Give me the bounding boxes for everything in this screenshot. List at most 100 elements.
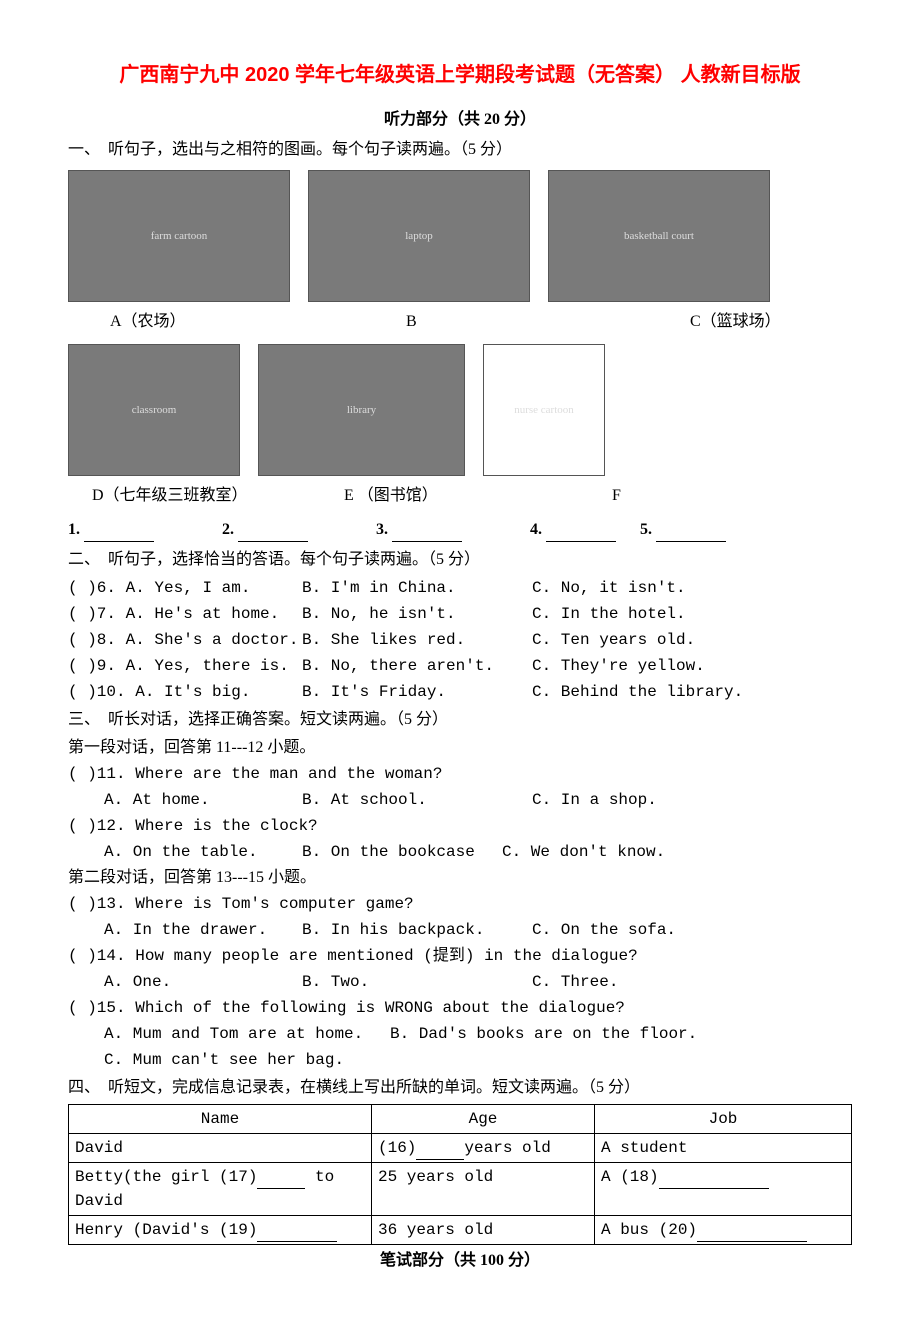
label-row-2: D（七年级三班教室） E （图书馆） F — [68, 484, 852, 508]
r1-age: (16)years old — [372, 1134, 595, 1163]
q13-a: A. In the drawer. — [104, 918, 302, 942]
q7: ( )7. A. He's at home. B. No, he isn't. … — [68, 602, 852, 626]
q13-b: B. In his backpack. — [302, 918, 532, 942]
blank-20[interactable] — [697, 1226, 807, 1242]
q9: ( )9. A. Yes, there is. B. No, there are… — [68, 654, 852, 678]
q10-c: C. Behind the library. — [532, 680, 743, 704]
r2-job: A (18) — [595, 1163, 852, 1216]
q10-b: B. It's Friday. — [302, 680, 532, 704]
q14-a: A. One. — [104, 970, 302, 994]
q8-num: ( )8. — [68, 631, 116, 649]
blank-19[interactable] — [257, 1226, 337, 1242]
q15: ( )15. Which of the following is WRONG a… — [68, 996, 852, 1020]
label-a: A（农场） — [68, 310, 370, 334]
info-table: Name Age Job David (16)years old A stude… — [68, 1104, 852, 1245]
blank-num-1: 1. — [68, 521, 80, 538]
q15-a: A. Mum and Tom are at home. — [104, 1022, 390, 1046]
label-f: F — [576, 484, 621, 508]
blank-num-2: 2. — [222, 521, 234, 538]
listening-header: 听力部分（共 20 分） — [68, 108, 852, 132]
r3-name: Henry (David's (19) — [69, 1216, 372, 1245]
q14-c: C. Three. — [532, 970, 618, 994]
q7-num: ( )7. — [68, 605, 116, 623]
label-row-1: A（农场） B C（篮球场） — [68, 310, 852, 334]
answer-blanks-row: 1. 2. 3. 4. 5. — [68, 518, 852, 542]
section-1-heading: 一、 听句子，选出与之相符的图画。每个句子读两遍。（5 分） — [68, 138, 852, 162]
table-row: David (16)years old A student — [69, 1134, 852, 1163]
q14-options: A. One. B. Two. C. Three. — [68, 970, 852, 994]
q8-a: A. She's a doctor. — [126, 631, 299, 649]
q9-c: C. They're yellow. — [532, 654, 705, 678]
q13-c: C. On the sofa. — [532, 918, 676, 942]
label-d: D（七年级三班教室） — [68, 484, 338, 508]
r2-name: Betty(the girl (17) to David — [69, 1163, 372, 1216]
q11-options: A. At home. B. At school. C. In a shop. — [68, 788, 852, 812]
image-b: laptop — [308, 170, 530, 302]
r3-age: 36 years old — [372, 1216, 595, 1245]
q10: ( )10. A. It's big. B. It's Friday. C. B… — [68, 680, 852, 704]
section-3-heading: 三、 听长对话，选择正确答案。短文读两遍。（5 分） — [68, 708, 852, 732]
table-row: Henry (David's (19) 36 years old A bus (… — [69, 1216, 852, 1245]
blank-5[interactable] — [656, 525, 726, 542]
q10-a: A. It's big. — [135, 683, 250, 701]
q14-b: B. Two. — [302, 970, 532, 994]
q13: ( )13. Where is Tom's computer game? — [68, 892, 852, 916]
dialog2-heading: 第二段对话，回答第 13---15 小题。 — [68, 866, 852, 890]
q15-c: C. Mum can't see her bag. — [68, 1048, 852, 1072]
blank-num-4: 4. — [530, 521, 542, 538]
q7-a: A. He's at home. — [126, 605, 280, 623]
label-e: E （图书馆） — [338, 484, 576, 508]
q9-a: A. Yes, there is. — [126, 657, 289, 675]
th-name: Name — [69, 1105, 372, 1134]
q7-c: C. In the hotel. — [532, 602, 686, 626]
written-header: 笔试部分（共 100 分） — [68, 1249, 852, 1273]
th-age: Age — [372, 1105, 595, 1134]
blank-2[interactable] — [238, 525, 308, 542]
r1-name: David — [69, 1134, 372, 1163]
q12-c: C. We don't know. — [502, 840, 665, 864]
dialog1-heading: 第一段对话，回答第 11---12 小题。 — [68, 736, 852, 760]
blank-1[interactable] — [84, 525, 154, 542]
section-4-heading: 四、 听短文，完成信息记录表，在横线上写出所缺的单词。短文读两遍。（5 分） — [68, 1076, 852, 1100]
q7-b: B. No, he isn't. — [302, 602, 532, 626]
q12-options: A. On the table. B. On the bookcase C. W… — [68, 840, 852, 864]
q6-num: ( )6. — [68, 579, 116, 597]
blank-3[interactable] — [392, 525, 462, 542]
section-2-heading: 二、 听句子，选择恰当的答语。每个句子读两遍。（5 分） — [68, 548, 852, 572]
image-a: farm cartoon — [68, 170, 290, 302]
image-row-1: farm cartoon laptop basketball court — [68, 170, 852, 302]
image-f: nurse cartoon — [483, 344, 605, 476]
table-header-row: Name Age Job — [69, 1105, 852, 1134]
r1-job: A student — [595, 1134, 852, 1163]
q11-a: A. At home. — [104, 788, 302, 812]
q8: ( )8. A. She's a doctor. B. She likes re… — [68, 628, 852, 652]
image-e: library — [258, 344, 465, 476]
q6: ( )6. A. Yes, I am. B. I'm in China. C. … — [68, 576, 852, 600]
q12-a: A. On the table. — [104, 840, 302, 864]
blank-16[interactable] — [416, 1144, 464, 1160]
q11-c: C. In a shop. — [532, 788, 657, 812]
q11-b: B. At school. — [302, 788, 532, 812]
blank-num-3: 3. — [376, 521, 388, 538]
q6-a: A. Yes, I am. — [126, 579, 251, 597]
q10-num: ( )10. — [68, 683, 126, 701]
th-job: Job — [595, 1105, 852, 1134]
label-c: C（篮球场） — [650, 310, 781, 334]
q15-options-ab: A. Mum and Tom are at home. B. Dad's boo… — [68, 1022, 852, 1046]
image-c: basketball court — [548, 170, 770, 302]
q8-b: B. She likes red. — [302, 628, 532, 652]
q14: ( )14. How many people are mentioned (提到… — [68, 944, 852, 968]
r2-age: 25 years old — [372, 1163, 595, 1216]
blank-17[interactable] — [257, 1173, 305, 1189]
q6-b: B. I'm in China. — [302, 576, 532, 600]
q15-b: B. Dad's books are on the floor. — [390, 1022, 697, 1046]
blank-4[interactable] — [546, 525, 616, 542]
q12-b: B. On the bookcase — [302, 840, 502, 864]
q9-b: B. No, there aren't. — [302, 654, 532, 678]
q8-c: C. Ten years old. — [532, 628, 695, 652]
image-d: classroom — [68, 344, 240, 476]
q13-options: A. In the drawer. B. In his backpack. C.… — [68, 918, 852, 942]
blank-18[interactable] — [659, 1173, 769, 1189]
q9-num: ( )9. — [68, 657, 116, 675]
q11: ( )11. Where are the man and the woman? — [68, 762, 852, 786]
